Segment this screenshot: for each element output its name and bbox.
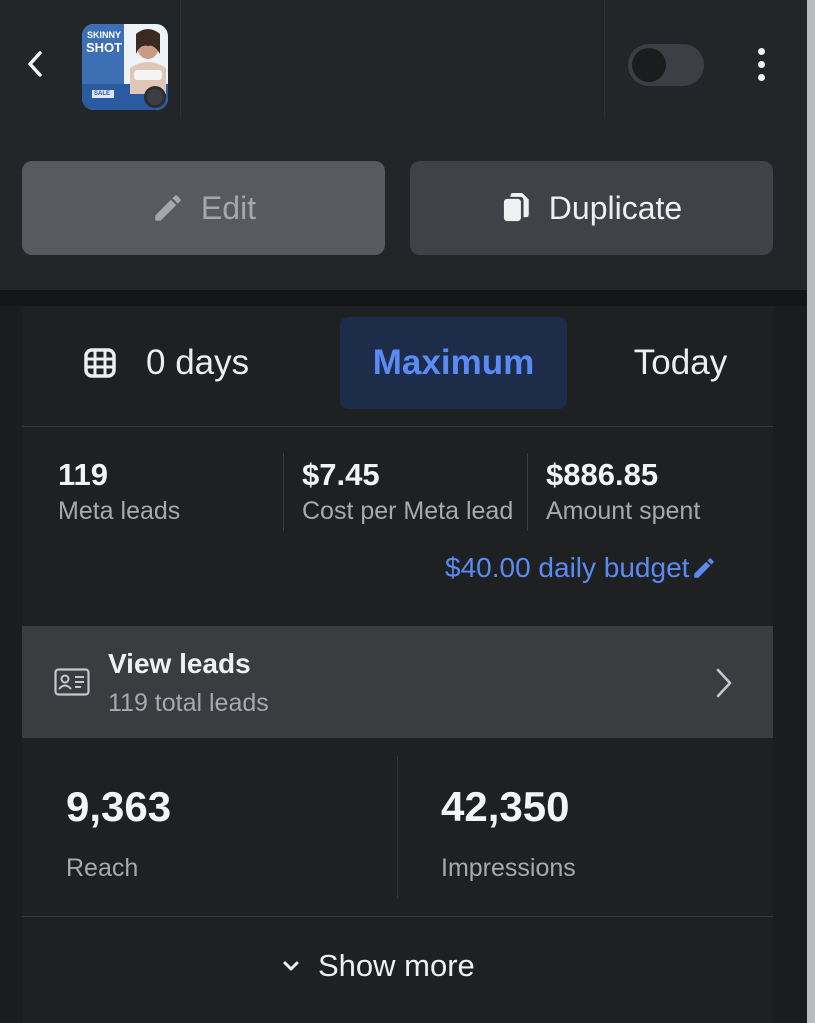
metric-value: $886.85 (546, 457, 659, 492)
screen-edge (807, 0, 815, 1023)
stat-impressions: 42,350 Impressions (441, 782, 576, 885)
calendar-icon (84, 348, 116, 378)
date-range-selector[interactable]: 0 days (84, 317, 304, 409)
daily-budget-text: $40.00 daily budget (445, 552, 690, 583)
kebab-menu-icon (757, 73, 765, 81)
view-leads-subtitle: 119 total leads (108, 689, 269, 717)
tab-today[interactable]: Today (608, 317, 753, 409)
tab-maximum[interactable]: Maximum (340, 317, 567, 409)
copy-icon (503, 192, 529, 222)
section-divider (0, 290, 807, 306)
edit-label: Edit (200, 189, 257, 226)
metric-value: $7.45 (302, 457, 380, 492)
stat-divider (397, 756, 398, 898)
edit-button[interactable]: Edit (22, 161, 385, 255)
thumbnail-badge: SALE (94, 91, 111, 97)
back-button[interactable] (18, 44, 52, 84)
chevron-left-icon (28, 51, 42, 77)
metric-label: Meta leads (58, 497, 181, 525)
top-header: SKINNY SHOT SALE Edit Duplicate (0, 0, 807, 290)
header-divider (604, 0, 605, 118)
metric-value: 119 (58, 457, 109, 492)
daily-budget-link[interactable]: $40.00 daily budget (445, 552, 717, 584)
show-more-button[interactable]: Show more (282, 942, 475, 990)
metric-cost-per-lead: $7.45 Cost per Meta lead (302, 456, 513, 528)
divider (22, 426, 773, 427)
duplicate-label: Duplicate (548, 189, 683, 226)
kebab-menu-icon (757, 60, 765, 68)
header-divider (180, 0, 181, 118)
show-more-label: Show more (318, 948, 475, 983)
metric-label: Amount spent (546, 497, 701, 525)
thumbnail-text: SHOT (86, 40, 123, 55)
duplicate-button[interactable]: Duplicate (410, 161, 773, 255)
ad-thumbnail[interactable]: SKINNY SHOT SALE (82, 24, 168, 110)
view-leads-title: View leads (108, 648, 251, 679)
view-leads-row[interactable]: View leads 119 total leads (22, 626, 773, 738)
ad-status-toggle[interactable] (628, 44, 704, 86)
thumbnail-text: SKINNY (87, 30, 122, 40)
divider (22, 916, 773, 917)
stat-value: 42,350 (441, 783, 570, 830)
metric-divider (527, 453, 528, 531)
contact-card-icon (54, 668, 90, 696)
metric-amount-spent: $886.85 Amount spent (546, 456, 700, 528)
pencil-icon (694, 558, 715, 578)
toggle-knob (632, 48, 666, 82)
days-label: 0 days (146, 343, 250, 382)
stat-reach: 9,363 Reach (66, 782, 171, 885)
stat-label: Reach (66, 854, 139, 882)
metric-label: Cost per Meta lead (302, 497, 514, 525)
more-options-button[interactable] (744, 42, 778, 86)
chevron-down-icon (283, 961, 299, 971)
chevron-right-icon (716, 668, 732, 698)
pencil-icon (155, 195, 181, 221)
stat-label: Impressions (441, 854, 576, 882)
metric-meta-leads: 119 Meta leads (58, 456, 180, 528)
stat-value: 9,363 (66, 783, 172, 830)
metric-divider (283, 453, 284, 531)
kebab-menu-icon (757, 47, 765, 55)
